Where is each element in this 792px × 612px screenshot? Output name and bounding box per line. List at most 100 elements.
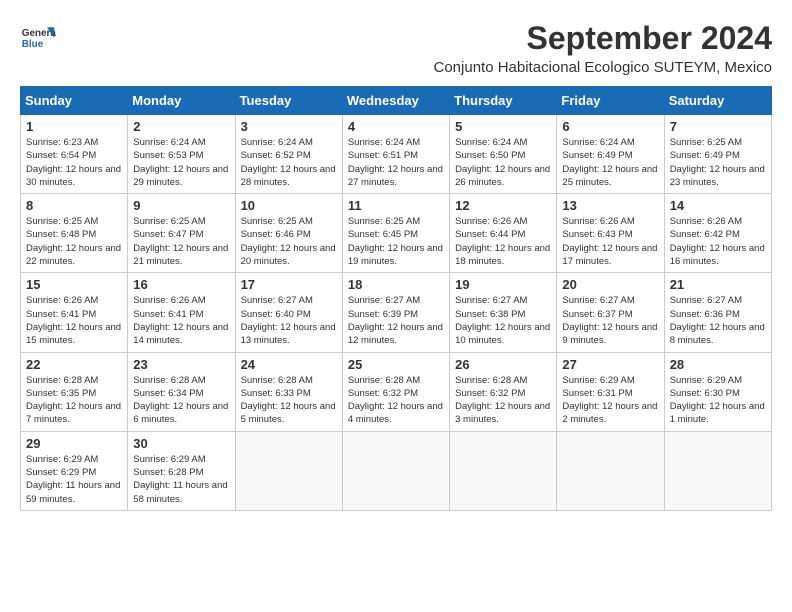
day-info: Sunrise: 6:29 AMSunset: 6:31 PMDaylight:… xyxy=(562,375,657,426)
calendar-cell: 23 Sunrise: 6:28 AMSunset: 6:34 PMDaylig… xyxy=(128,352,235,431)
day-number: 11 xyxy=(348,198,444,213)
day-info: Sunrise: 6:24 AMSunset: 6:52 PMDaylight:… xyxy=(241,137,336,188)
day-number: 12 xyxy=(455,198,551,213)
calendar-cell: 24 Sunrise: 6:28 AMSunset: 6:33 PMDaylig… xyxy=(235,352,342,431)
logo: General Blue xyxy=(20,20,60,56)
day-info: Sunrise: 6:26 AMSunset: 6:44 PMDaylight:… xyxy=(455,216,550,267)
day-info: Sunrise: 6:26 AMSunset: 6:42 PMDaylight:… xyxy=(670,216,765,267)
day-number: 1 xyxy=(26,119,122,134)
calendar-cell: 25 Sunrise: 6:28 AMSunset: 6:32 PMDaylig… xyxy=(342,352,449,431)
calendar-cell xyxy=(557,431,664,510)
week-row: 22 Sunrise: 6:28 AMSunset: 6:35 PMDaylig… xyxy=(21,352,772,431)
calendar-cell: 22 Sunrise: 6:28 AMSunset: 6:35 PMDaylig… xyxy=(21,352,128,431)
day-info: Sunrise: 6:29 AMSunset: 6:30 PMDaylight:… xyxy=(670,375,765,426)
col-tuesday: Tuesday xyxy=(235,87,342,115)
day-info: Sunrise: 6:26 AMSunset: 6:43 PMDaylight:… xyxy=(562,216,657,267)
calendar-cell: 9 Sunrise: 6:25 AMSunset: 6:47 PMDayligh… xyxy=(128,194,235,273)
day-info: Sunrise: 6:28 AMSunset: 6:32 PMDaylight:… xyxy=(348,375,443,426)
calendar-cell: 26 Sunrise: 6:28 AMSunset: 6:32 PMDaylig… xyxy=(450,352,557,431)
calendar-cell: 10 Sunrise: 6:25 AMSunset: 6:46 PMDaylig… xyxy=(235,194,342,273)
col-wednesday: Wednesday xyxy=(342,87,449,115)
header-row: Sunday Monday Tuesday Wednesday Thursday… xyxy=(21,87,772,115)
calendar-cell xyxy=(342,431,449,510)
calendar-cell: 28 Sunrise: 6:29 AMSunset: 6:30 PMDaylig… xyxy=(664,352,771,431)
day-info: Sunrise: 6:28 AMSunset: 6:34 PMDaylight:… xyxy=(133,375,228,426)
day-number: 25 xyxy=(348,357,444,372)
day-number: 22 xyxy=(26,357,122,372)
calendar-cell: 3 Sunrise: 6:24 AMSunset: 6:52 PMDayligh… xyxy=(235,115,342,194)
col-saturday: Saturday xyxy=(664,87,771,115)
calendar-cell: 16 Sunrise: 6:26 AMSunset: 6:41 PMDaylig… xyxy=(128,273,235,352)
week-row: 8 Sunrise: 6:25 AMSunset: 6:48 PMDayligh… xyxy=(21,194,772,273)
col-thursday: Thursday xyxy=(450,87,557,115)
day-number: 5 xyxy=(455,119,551,134)
calendar-table: Sunday Monday Tuesday Wednesday Thursday… xyxy=(20,86,772,511)
calendar-cell: 19 Sunrise: 6:27 AMSunset: 6:38 PMDaylig… xyxy=(450,273,557,352)
calendar-cell: 13 Sunrise: 6:26 AMSunset: 6:43 PMDaylig… xyxy=(557,194,664,273)
day-info: Sunrise: 6:24 AMSunset: 6:49 PMDaylight:… xyxy=(562,137,657,188)
title-area: September 2024 Conjunto Habitacional Eco… xyxy=(434,20,773,76)
day-number: 21 xyxy=(670,277,766,292)
day-number: 28 xyxy=(670,357,766,372)
calendar-cell xyxy=(235,431,342,510)
day-number: 13 xyxy=(562,198,658,213)
day-info: Sunrise: 6:29 AMSunset: 6:28 PMDaylight:… xyxy=(133,454,227,505)
calendar-cell: 12 Sunrise: 6:26 AMSunset: 6:44 PMDaylig… xyxy=(450,194,557,273)
calendar-subtitle: Conjunto Habitacional Ecologico SUTEYM, … xyxy=(434,59,773,76)
day-number: 9 xyxy=(133,198,229,213)
calendar-cell: 6 Sunrise: 6:24 AMSunset: 6:49 PMDayligh… xyxy=(557,115,664,194)
day-number: 14 xyxy=(670,198,766,213)
calendar-cell: 5 Sunrise: 6:24 AMSunset: 6:50 PMDayligh… xyxy=(450,115,557,194)
day-number: 4 xyxy=(348,119,444,134)
day-number: 7 xyxy=(670,119,766,134)
calendar-cell: 29 Sunrise: 6:29 AMSunset: 6:29 PMDaylig… xyxy=(21,431,128,510)
week-row: 29 Sunrise: 6:29 AMSunset: 6:29 PMDaylig… xyxy=(21,431,772,510)
calendar-cell: 18 Sunrise: 6:27 AMSunset: 6:39 PMDaylig… xyxy=(342,273,449,352)
day-number: 6 xyxy=(562,119,658,134)
day-number: 2 xyxy=(133,119,229,134)
day-info: Sunrise: 6:23 AMSunset: 6:54 PMDaylight:… xyxy=(26,137,121,188)
day-info: Sunrise: 6:27 AMSunset: 6:37 PMDaylight:… xyxy=(562,295,657,346)
day-info: Sunrise: 6:28 AMSunset: 6:32 PMDaylight:… xyxy=(455,375,550,426)
calendar-cell: 8 Sunrise: 6:25 AMSunset: 6:48 PMDayligh… xyxy=(21,194,128,273)
week-row: 15 Sunrise: 6:26 AMSunset: 6:41 PMDaylig… xyxy=(21,273,772,352)
day-number: 30 xyxy=(133,436,229,451)
day-info: Sunrise: 6:24 AMSunset: 6:50 PMDaylight:… xyxy=(455,137,550,188)
day-number: 3 xyxy=(241,119,337,134)
calendar-cell: 14 Sunrise: 6:26 AMSunset: 6:42 PMDaylig… xyxy=(664,194,771,273)
day-info: Sunrise: 6:26 AMSunset: 6:41 PMDaylight:… xyxy=(133,295,228,346)
calendar-cell: 15 Sunrise: 6:26 AMSunset: 6:41 PMDaylig… xyxy=(21,273,128,352)
day-info: Sunrise: 6:25 AMSunset: 6:47 PMDaylight:… xyxy=(133,216,228,267)
day-info: Sunrise: 6:25 AMSunset: 6:45 PMDaylight:… xyxy=(348,216,443,267)
day-info: Sunrise: 6:25 AMSunset: 6:49 PMDaylight:… xyxy=(670,137,765,188)
day-number: 27 xyxy=(562,357,658,372)
col-monday: Monday xyxy=(128,87,235,115)
calendar-cell: 20 Sunrise: 6:27 AMSunset: 6:37 PMDaylig… xyxy=(557,273,664,352)
day-number: 19 xyxy=(455,277,551,292)
day-info: Sunrise: 6:27 AMSunset: 6:36 PMDaylight:… xyxy=(670,295,765,346)
day-number: 16 xyxy=(133,277,229,292)
calendar-cell: 27 Sunrise: 6:29 AMSunset: 6:31 PMDaylig… xyxy=(557,352,664,431)
calendar-cell xyxy=(450,431,557,510)
day-info: Sunrise: 6:27 AMSunset: 6:40 PMDaylight:… xyxy=(241,295,336,346)
day-info: Sunrise: 6:25 AMSunset: 6:46 PMDaylight:… xyxy=(241,216,336,267)
calendar-cell: 11 Sunrise: 6:25 AMSunset: 6:45 PMDaylig… xyxy=(342,194,449,273)
calendar-cell: 7 Sunrise: 6:25 AMSunset: 6:49 PMDayligh… xyxy=(664,115,771,194)
day-info: Sunrise: 6:29 AMSunset: 6:29 PMDaylight:… xyxy=(26,454,120,505)
svg-text:Blue: Blue xyxy=(22,39,44,50)
day-number: 10 xyxy=(241,198,337,213)
col-sunday: Sunday xyxy=(21,87,128,115)
calendar-title: September 2024 xyxy=(434,20,773,57)
day-info: Sunrise: 6:25 AMSunset: 6:48 PMDaylight:… xyxy=(26,216,121,267)
day-info: Sunrise: 6:26 AMSunset: 6:41 PMDaylight:… xyxy=(26,295,121,346)
day-number: 18 xyxy=(348,277,444,292)
calendar-cell: 2 Sunrise: 6:24 AMSunset: 6:53 PMDayligh… xyxy=(128,115,235,194)
day-number: 15 xyxy=(26,277,122,292)
day-info: Sunrise: 6:24 AMSunset: 6:53 PMDaylight:… xyxy=(133,137,228,188)
calendar-cell: 21 Sunrise: 6:27 AMSunset: 6:36 PMDaylig… xyxy=(664,273,771,352)
calendar-cell: 4 Sunrise: 6:24 AMSunset: 6:51 PMDayligh… xyxy=(342,115,449,194)
calendar-cell xyxy=(664,431,771,510)
day-number: 23 xyxy=(133,357,229,372)
day-number: 20 xyxy=(562,277,658,292)
day-number: 17 xyxy=(241,277,337,292)
